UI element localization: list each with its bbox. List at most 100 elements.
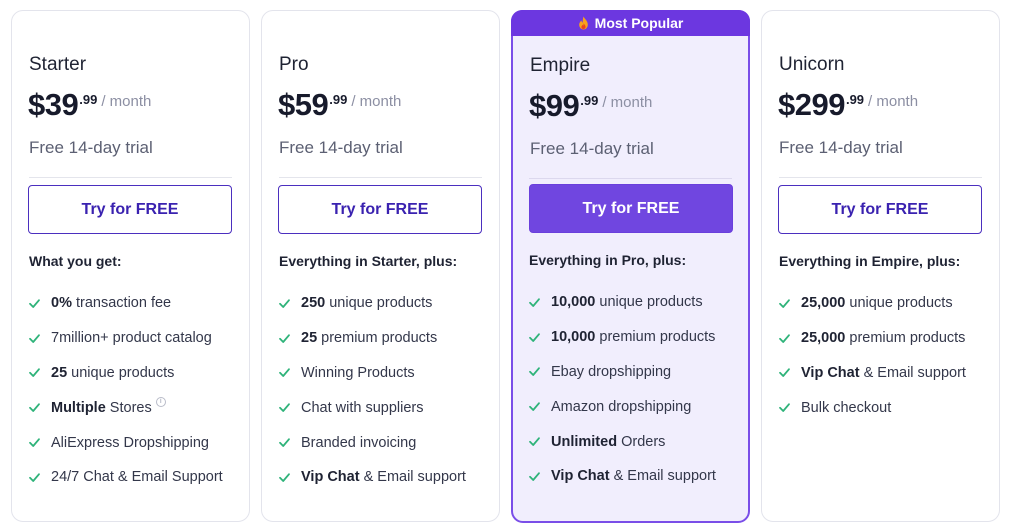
feature-label: 24/7 Chat & Email Support xyxy=(51,469,223,486)
feature-highlight: Vip Chat xyxy=(801,364,860,381)
feature-item: Multiple Stores i xyxy=(28,390,223,425)
feature-highlight: 25 xyxy=(51,364,68,381)
feature-item: Ebay dropshipping xyxy=(528,355,716,390)
check-icon xyxy=(28,436,41,449)
feature-text: Multiple Stores xyxy=(51,400,152,416)
feature-highlight: 250 xyxy=(301,295,326,312)
feature-item: 7million+ product catalog xyxy=(28,321,223,356)
feature-item: 25 premium products xyxy=(278,321,466,356)
feature-item: 10,000 unique products xyxy=(528,285,716,320)
feature-label: Ebay dropshipping xyxy=(551,363,672,380)
feature-label: Stores xyxy=(105,399,152,416)
feature-list: 10,000 unique products 10,000 premium pro… xyxy=(528,285,716,494)
feature-item: 25 unique products xyxy=(28,356,223,391)
feature-item: 10,000 premium products xyxy=(528,320,716,355)
price: $99.99/ month xyxy=(529,90,652,122)
check-icon xyxy=(528,435,541,448)
feature-label: & Email support xyxy=(859,364,966,381)
plan-card-starter: Starter $39.99/ month Free 14-day trial Try… xyxy=(11,10,250,522)
price: $59.99/ month xyxy=(278,89,401,121)
divider xyxy=(29,177,232,178)
feature-item: Amazon dropshipping xyxy=(528,389,716,424)
feature-label: unique products xyxy=(595,294,703,311)
price-period: / month xyxy=(868,93,919,110)
feature-item: Chat with suppliers xyxy=(278,390,466,425)
feature-label: & Email support xyxy=(359,469,466,486)
feature-list: 250 unique products 25 premium products Wi… xyxy=(278,286,466,495)
feature-label: Amazon dropshipping xyxy=(551,398,692,415)
feature-label: unique products xyxy=(67,364,175,381)
price-period: / month xyxy=(602,94,653,111)
feature-item: 25,000 premium products xyxy=(778,321,966,356)
trial-text: Free 14-day trial xyxy=(779,138,903,157)
price-period: / month xyxy=(101,93,152,110)
feature-label: premium products xyxy=(317,330,438,347)
feature-label: unique products xyxy=(845,295,953,312)
feature-highlight: 10,000 xyxy=(551,329,596,346)
feature-text: Vip Chat & Email support xyxy=(301,469,466,485)
feature-item: AliExpress Dropshipping xyxy=(28,425,223,460)
price-period: / month xyxy=(351,93,402,110)
feature-item: Branded invoicing xyxy=(278,425,466,460)
feature-item: Unlimited Orders xyxy=(528,424,716,459)
feature-highlight: 25,000 xyxy=(801,295,846,312)
check-icon xyxy=(278,401,291,414)
most-popular-label: Most Popular xyxy=(594,15,684,31)
feature-text: Unlimited Orders xyxy=(551,434,665,450)
divider xyxy=(279,177,482,178)
check-icon xyxy=(778,297,791,310)
feature-text: 25,000 unique products xyxy=(801,295,953,311)
feature-item: 25,000 unique products xyxy=(778,286,966,321)
feature-text: 7million+ product catalog xyxy=(51,330,212,346)
feature-text: Bulk checkout xyxy=(801,400,891,416)
feature-item: Bulk checkout xyxy=(778,390,966,425)
divider xyxy=(529,178,732,179)
check-icon xyxy=(528,400,541,413)
features-heading: Everything in Starter, plus: xyxy=(279,253,458,269)
feature-text: 10,000 unique products xyxy=(551,294,703,310)
try-for-free-button[interactable]: Try for FREE xyxy=(28,185,232,234)
feature-item: 250 unique products xyxy=(278,286,466,321)
check-icon xyxy=(28,332,41,345)
feature-label: transaction fee xyxy=(71,295,172,312)
price-amount: $59 xyxy=(278,87,329,122)
feature-highlight: 25,000 xyxy=(801,330,846,347)
feature-label: 7million+ product catalog xyxy=(51,330,212,347)
price-amount: $299 xyxy=(778,87,845,122)
feature-label: Branded invoicing xyxy=(301,434,417,451)
feature-text: Ebay dropshipping xyxy=(551,364,671,380)
check-icon xyxy=(278,471,291,484)
plan-card-pro: Pro $59.99/ month Free 14-day trial Try for… xyxy=(261,10,500,522)
check-icon xyxy=(28,366,41,379)
try-for-free-button[interactable]: Try for FREE xyxy=(778,185,982,234)
feature-highlight: Vip Chat xyxy=(301,469,360,486)
feature-text: 0% transaction fee xyxy=(51,295,171,311)
feature-text: 250 unique products xyxy=(301,295,432,311)
check-icon xyxy=(278,332,291,345)
feature-item: 0% transaction fee xyxy=(28,286,223,321)
feature-text: Branded invoicing xyxy=(301,435,416,451)
price-cents: .99 xyxy=(79,92,98,107)
plan-name: Starter xyxy=(29,54,87,75)
price: $299.99/ month xyxy=(778,89,918,121)
feature-item: Winning Products xyxy=(278,356,466,391)
feature-text: 25,000 premium products xyxy=(801,330,965,346)
flame-icon xyxy=(578,16,589,30)
feature-label: Orders xyxy=(617,433,666,450)
feature-label: & Email support xyxy=(609,468,716,485)
info-icon[interactable]: i xyxy=(155,396,166,407)
feature-text: 25 unique products xyxy=(51,365,174,381)
check-icon xyxy=(528,296,541,309)
feature-text: 10,000 premium products xyxy=(551,329,715,345)
try-for-free-button[interactable]: Try for FREE xyxy=(529,184,733,233)
price-amount: $39 xyxy=(28,87,79,122)
trial-text: Free 14-day trial xyxy=(530,139,654,158)
check-icon xyxy=(28,401,41,414)
try-for-free-button[interactable]: Try for FREE xyxy=(278,185,482,234)
check-icon xyxy=(28,471,41,484)
check-icon xyxy=(28,297,41,310)
check-icon xyxy=(778,332,791,345)
price: $39.99/ month xyxy=(28,89,151,121)
check-icon xyxy=(528,331,541,344)
feature-text: AliExpress Dropshipping xyxy=(51,435,209,451)
